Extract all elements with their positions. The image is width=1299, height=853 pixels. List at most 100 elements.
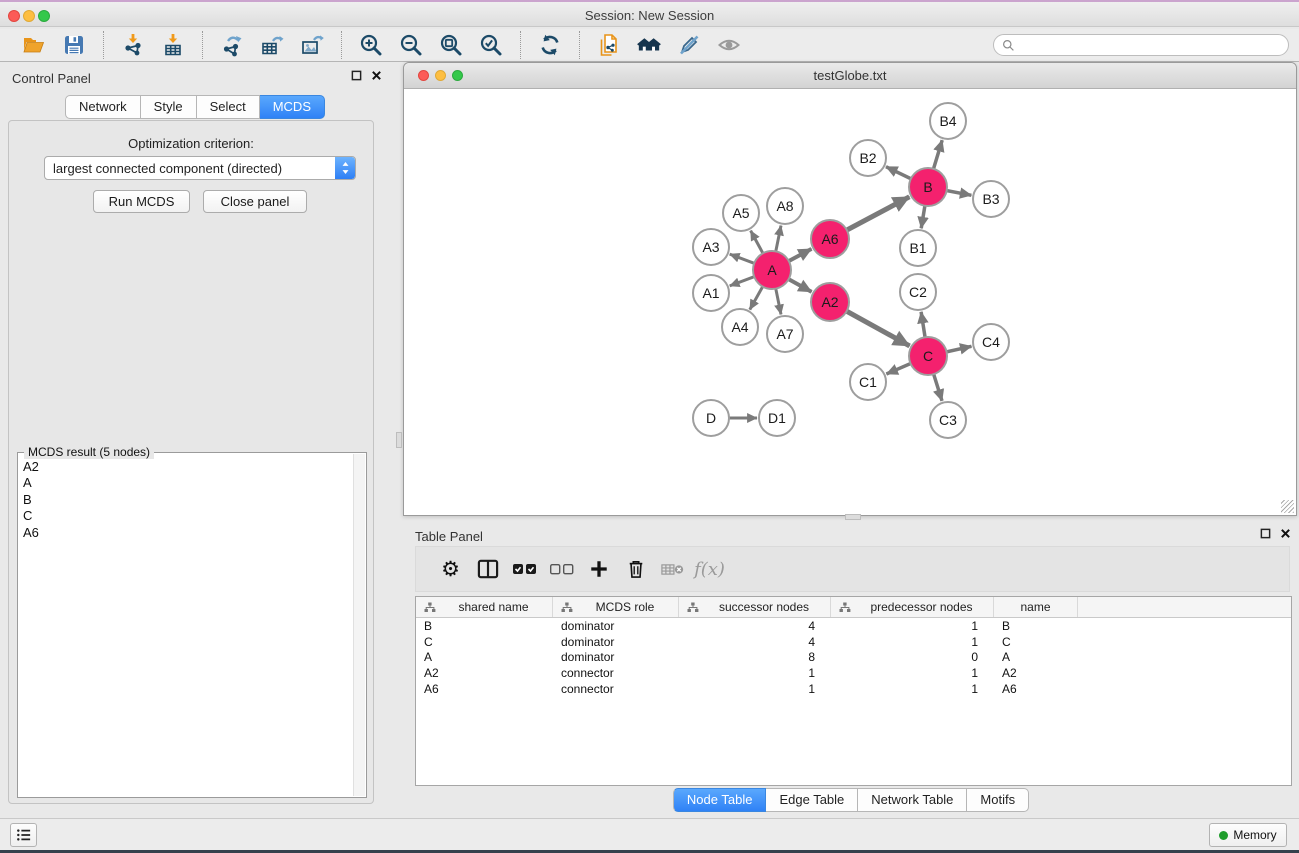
table-cell[interactable]: A2 — [994, 666, 1078, 680]
table-cell[interactable]: 1 — [679, 682, 831, 696]
table-export-icon[interactable] — [257, 31, 287, 59]
float-table-panel-icon[interactable] — [1260, 528, 1271, 539]
trash-icon[interactable] — [617, 551, 654, 587]
network-window-titlebar[interactable]: testGlobe.txt — [404, 63, 1296, 89]
unchecked-boxes-icon[interactable] — [543, 551, 580, 587]
table-cell[interactable]: dominator — [553, 619, 679, 633]
table-cell[interactable]: B — [416, 619, 553, 633]
network-import-icon[interactable] — [118, 31, 148, 59]
graph-node-label: A2 — [821, 294, 838, 310]
tab-style[interactable]: Style — [141, 95, 197, 119]
table-cell[interactable]: 1 — [831, 635, 994, 649]
float-panel-icon[interactable] — [351, 70, 362, 81]
result-item[interactable]: A6 — [19, 525, 353, 541]
memory-button[interactable]: Memory — [1209, 823, 1287, 847]
table-row[interactable]: A2connector11A2 — [416, 665, 1291, 681]
task-history-button[interactable] — [10, 823, 37, 847]
toolbar-separator — [579, 31, 580, 59]
graph-node-label: C1 — [859, 374, 877, 390]
zoom-check-icon[interactable] — [476, 31, 506, 59]
result-scrollbar[interactable] — [353, 454, 365, 796]
table-cell[interactable]: A6 — [994, 682, 1078, 696]
refresh-icon[interactable] — [535, 31, 565, 59]
tab-select[interactable]: Select — [197, 95, 260, 119]
result-item[interactable]: A — [19, 475, 353, 491]
table-cell[interactable]: A — [416, 650, 553, 664]
function-builder-icon: f(x) — [691, 551, 728, 587]
zoom-in-icon[interactable] — [356, 31, 386, 59]
tab-motifs[interactable]: Motifs — [967, 788, 1029, 812]
tab-network-table[interactable]: Network Table — [858, 788, 967, 812]
floppy-save-icon[interactable] — [59, 31, 89, 59]
result-item[interactable]: B — [19, 492, 353, 508]
checked-boxes-icon[interactable] — [506, 551, 543, 587]
table-row[interactable]: Adominator80A — [416, 649, 1291, 665]
gear-icon[interactable]: ⚙ — [432, 551, 469, 587]
run-mcds-button[interactable]: Run MCDS — [93, 190, 190, 213]
resize-grip[interactable] — [1281, 500, 1294, 513]
result-item[interactable]: A2 — [19, 459, 353, 475]
mcds-result-box: MCDS result (5 nodes) A2ABCA6 — [17, 452, 367, 798]
pen-slash-icon[interactable] — [674, 31, 704, 59]
memory-status-dot-icon — [1219, 831, 1228, 840]
column-header-MCDS-role[interactable]: MCDS role — [553, 597, 679, 617]
table-cell[interactable]: C — [994, 635, 1078, 649]
tab-edge-table[interactable]: Edge Table — [766, 788, 858, 812]
search-box[interactable] — [993, 34, 1289, 56]
eye-icon[interactable] — [714, 31, 744, 59]
toolbar-separator — [520, 31, 521, 59]
column-header-shared-name[interactable]: shared name — [416, 597, 553, 617]
table-cell[interactable]: 8 — [679, 650, 831, 664]
search-icon — [1002, 39, 1015, 52]
table-cell[interactable]: connector — [553, 666, 679, 680]
graph-node-label: A — [767, 262, 777, 278]
table-cell[interactable]: B — [994, 619, 1078, 633]
tab-mcds[interactable]: MCDS — [260, 95, 325, 119]
table-cell[interactable]: dominator — [553, 635, 679, 649]
column-header-name[interactable]: name — [994, 597, 1078, 617]
table-cell[interactable]: 0 — [831, 650, 994, 664]
mcds-panel: Optimization criterion: largest connecte… — [8, 120, 374, 804]
zoom-fit-icon[interactable] — [436, 31, 466, 59]
column-header-predecessor-nodes[interactable]: predecessor nodes — [831, 597, 994, 617]
table-cell[interactable]: 1 — [831, 619, 994, 633]
image-export-icon[interactable] — [297, 31, 327, 59]
network-export-icon[interactable] — [217, 31, 247, 59]
table-cell[interactable]: C — [416, 635, 553, 649]
table-import-icon[interactable] — [158, 31, 188, 59]
folder-open-icon[interactable] — [19, 31, 49, 59]
table-cell[interactable]: A — [994, 650, 1078, 664]
table-cell[interactable]: connector — [553, 682, 679, 696]
close-table-panel-icon[interactable] — [1280, 528, 1291, 539]
criterion-select[interactable]: largest connected component (directed) — [44, 156, 356, 180]
select-stepper-icon — [335, 157, 355, 179]
split-columns-icon[interactable] — [469, 551, 506, 587]
network-window: testGlobe.txt B4B2BB3A5A8A6B1A3AA1C2A2A4… — [403, 62, 1297, 516]
table-row[interactable]: A6connector11A6 — [416, 681, 1291, 697]
houses-icon[interactable] — [634, 31, 664, 59]
table-cell[interactable]: 1 — [831, 682, 994, 696]
table-cell[interactable]: 4 — [679, 635, 831, 649]
search-input[interactable] — [1020, 38, 1280, 52]
document-share-icon[interactable] — [594, 31, 624, 59]
tab-node-table[interactable]: Node Table — [673, 788, 767, 812]
column-header-successor-nodes[interactable]: successor nodes — [679, 597, 831, 617]
add-column-plus-icon[interactable] — [580, 551, 617, 587]
table-cell[interactable]: 4 — [679, 619, 831, 633]
table-cell[interactable]: 1 — [679, 666, 831, 680]
result-item[interactable]: C — [19, 508, 353, 524]
list-icon — [16, 828, 32, 842]
tab-network[interactable]: Network — [65, 95, 141, 119]
close-panel-button[interactable]: Close panel — [203, 190, 307, 213]
vertical-splitter-handle[interactable] — [396, 432, 402, 448]
graph-canvas[interactable]: B4B2BB3A5A8A6B1A3AA1C2A2A4A7C4CC1DD1C3 — [404, 89, 1296, 515]
table-row[interactable]: Cdominator41C — [416, 634, 1291, 650]
table-row[interactable]: Bdominator41B — [416, 618, 1291, 634]
table-cell[interactable]: dominator — [553, 650, 679, 664]
close-panel-icon[interactable] — [371, 70, 382, 81]
table-cell[interactable]: A2 — [416, 666, 553, 680]
zoom-out-icon[interactable] — [396, 31, 426, 59]
graph-node-label: C4 — [982, 334, 1000, 350]
table-cell[interactable]: A6 — [416, 682, 553, 696]
table-cell[interactable]: 1 — [831, 666, 994, 680]
